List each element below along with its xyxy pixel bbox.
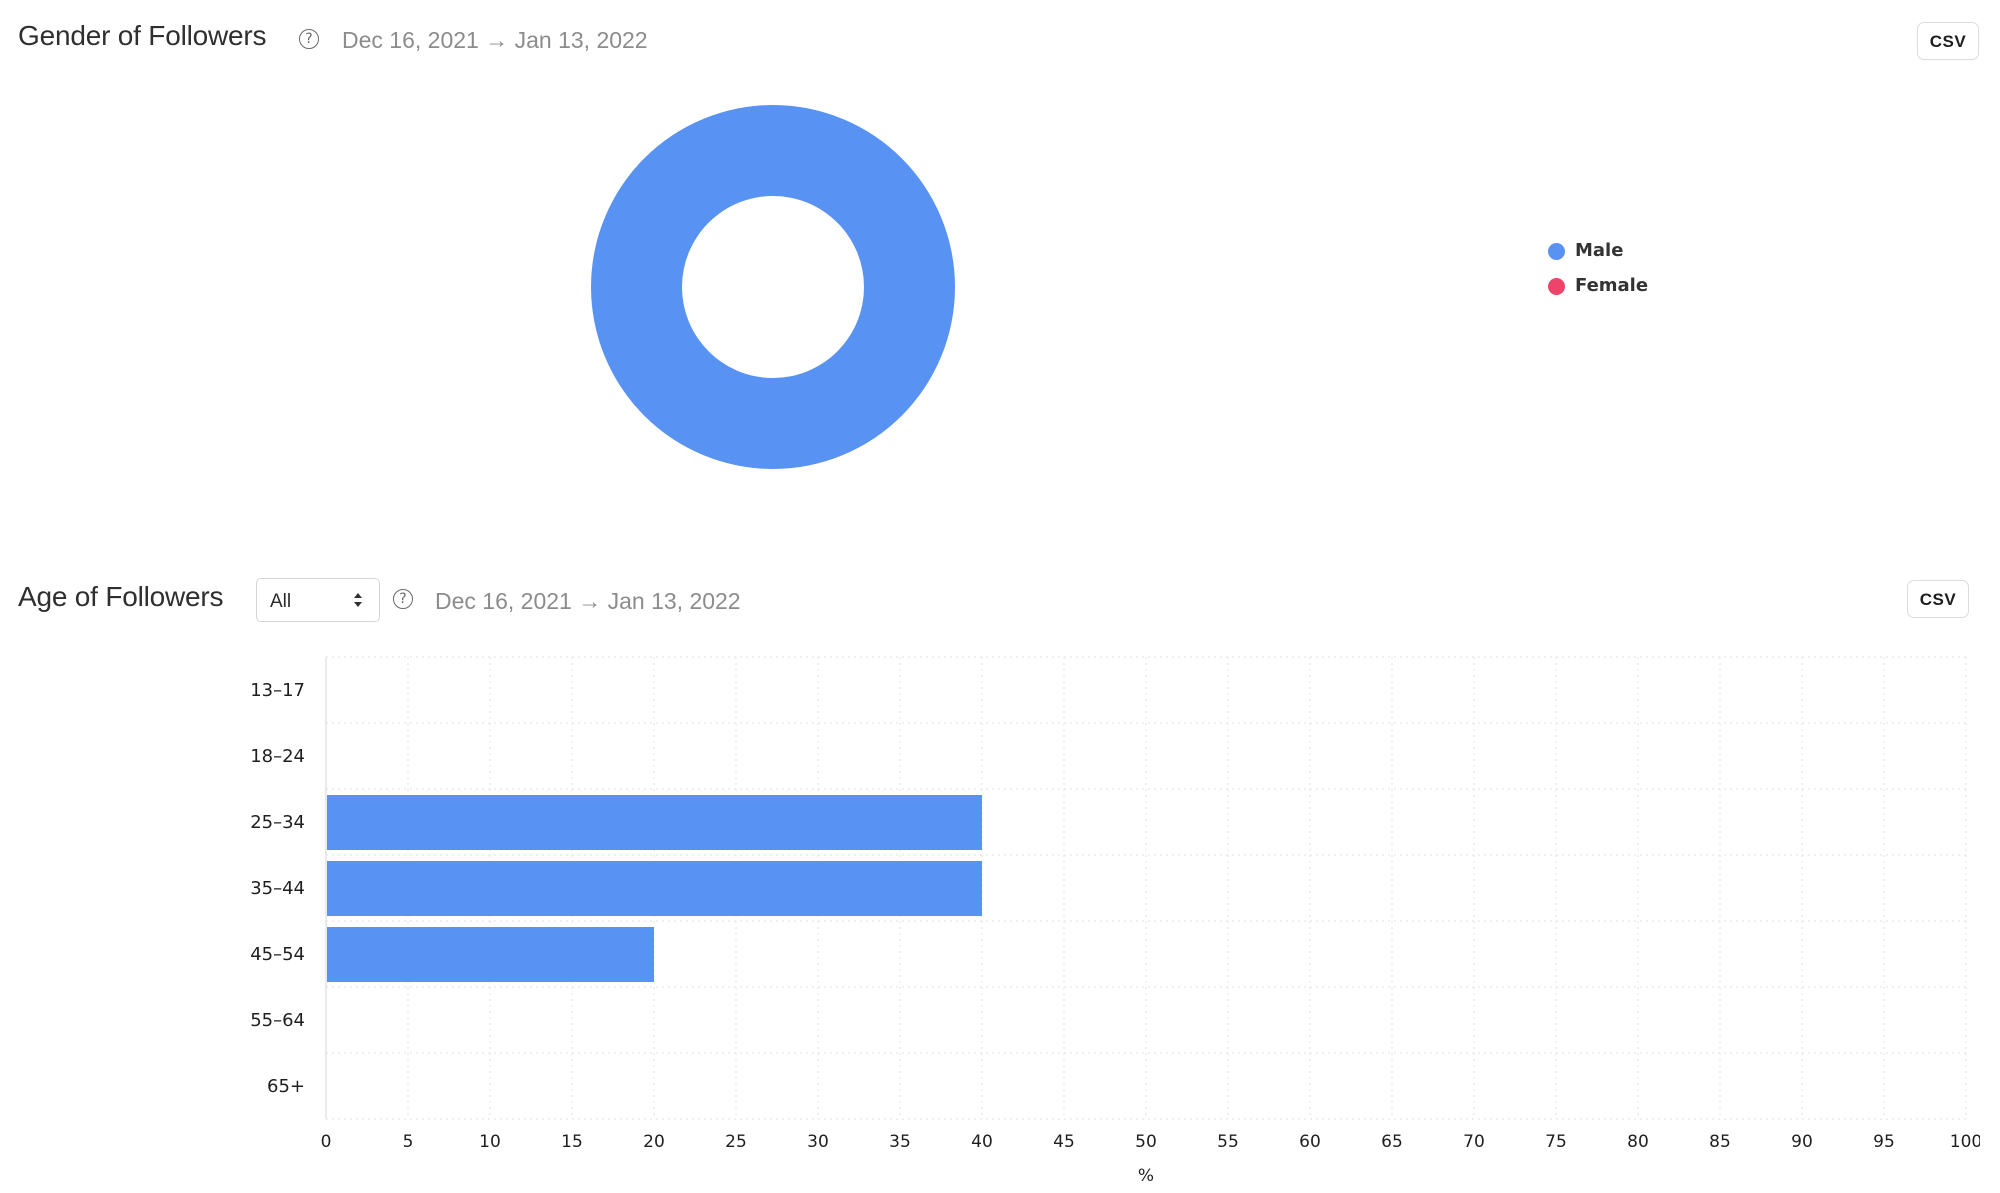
x-tick-label: 100	[1950, 1132, 1980, 1152]
x-tick-label: 55	[1217, 1132, 1239, 1152]
age-filter-selected-value: All	[270, 591, 292, 612]
x-tick-label: 45	[1053, 1132, 1075, 1152]
gender-date-range: Dec 16, 2021 → Jan 13, 2022	[342, 27, 648, 53]
category-label: 13–17	[250, 680, 305, 701]
category-label: 55–64	[250, 1010, 305, 1031]
age-csv-button[interactable]: CSV	[1907, 580, 1969, 618]
x-tick-label: 5	[403, 1132, 414, 1152]
legend-dot-female-icon	[1548, 278, 1565, 295]
legend-label-female: Female	[1575, 275, 1649, 296]
gender-donut-chart	[591, 105, 955, 469]
age-section-title: Age of Followers	[18, 581, 224, 612]
x-tick-label: 50	[1135, 1132, 1157, 1152]
question-circle-icon[interactable]: ?	[393, 589, 413, 609]
age-date-range: Dec 16, 2021 → Jan 13, 2022	[435, 588, 741, 614]
x-tick-label: 65	[1381, 1132, 1403, 1152]
x-tick-label: 75	[1545, 1132, 1567, 1152]
x-tick-label: 60	[1299, 1132, 1321, 1152]
gender-section-title: Gender of Followers	[18, 20, 267, 51]
x-tick-label: 30	[807, 1132, 829, 1152]
x-tick-label: 20	[643, 1132, 665, 1152]
category-label: 25–34	[250, 812, 305, 833]
question-circle-icon[interactable]: ?	[299, 29, 319, 49]
x-tick-label: 0	[321, 1132, 332, 1152]
bar-35-44[interactable]	[327, 861, 982, 916]
x-tick-label: 85	[1709, 1132, 1731, 1152]
x-tick-label: 10	[479, 1132, 501, 1152]
legend-dot-male-icon	[1548, 243, 1565, 260]
x-tick-label: 80	[1627, 1132, 1649, 1152]
x-tick-label: 70	[1463, 1132, 1485, 1152]
gender-csv-button[interactable]: CSV	[1917, 22, 1979, 60]
x-tick-label: 25	[725, 1132, 747, 1152]
x-tick-label: 35	[889, 1132, 911, 1152]
bar-45-54[interactable]	[327, 927, 654, 982]
category-label: 45–54	[250, 944, 305, 965]
donut-slice-male[interactable]	[591, 105, 955, 469]
x-axis-label: %	[1138, 1166, 1154, 1186]
x-tick-label: 15	[561, 1132, 583, 1152]
bar-25-34[interactable]	[327, 795, 982, 850]
x-tick-label: 95	[1873, 1132, 1895, 1152]
legend-label-male: Male	[1575, 240, 1624, 261]
x-tick-label: 90	[1791, 1132, 1813, 1152]
x-tick-label: 40	[971, 1132, 993, 1152]
category-label: 18–24	[250, 746, 305, 767]
age-bar-chart: 13–17 18–24 25–34 35–44 45–54 55–64 65+ 0 5 10 15 2…	[250, 656, 1980, 1186]
updown-chevron-icon	[354, 593, 362, 607]
age-filter-select[interactable]: All	[256, 578, 380, 622]
category-label: 65+	[267, 1076, 305, 1097]
category-label: 35–44	[250, 878, 305, 899]
